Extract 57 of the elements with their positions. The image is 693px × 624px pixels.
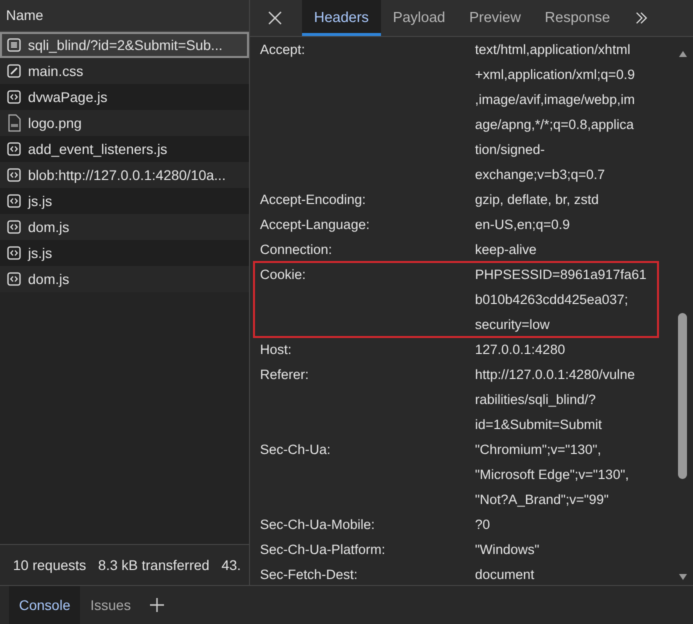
request-row[interactable]: sqli_blind/?id=2&Submit=Sub... (0, 32, 249, 58)
request-row[interactable]: dvwaPage.js (0, 84, 249, 110)
tab[interactable]: Preview (457, 0, 533, 36)
header-value: 127.0.0.1:4280 (475, 341, 566, 359)
header-name: Host: (260, 341, 293, 359)
header-name: Referer: (260, 366, 310, 384)
header-name: Accept: (260, 41, 306, 59)
code-icon (7, 246, 21, 260)
header-name: Sec-Ch-Ua: (260, 441, 332, 459)
code-icon (7, 142, 21, 156)
summary-text: 43. (221, 557, 241, 573)
header-name: Accept-Language: (260, 216, 371, 234)
request-row[interactable]: logo.png (0, 110, 249, 136)
summary-text: 10 requests (13, 557, 86, 573)
scrollbar-thumb[interactable] (678, 313, 687, 479)
request-row[interactable]: blob:http://127.0.0.1:4280/10a... (0, 162, 249, 188)
drawer-tab[interactable]: Console (9, 586, 80, 624)
code-icon (7, 220, 21, 234)
scroll-up-icon[interactable] (678, 50, 688, 58)
header-name: Accept-Encoding: (260, 191, 367, 209)
plus-icon[interactable] (148, 597, 165, 613)
column-header[interactable]: Name (0, 0, 249, 32)
pen-icon (7, 64, 21, 78)
header-value: en-US,en;q=0.9 (475, 216, 570, 234)
header-value: PHPSESSID=8961a917fa61 b010b4263cdd425ea037; security=low (475, 266, 646, 334)
file-icon (7, 114, 21, 132)
request-row[interactable]: dom.js (0, 214, 249, 240)
header-value: http://127.0.0.1:4280/vulne rabilities/sqli_blind/? id=1&Submit=Submit (475, 366, 635, 434)
header-name: Cookie: (260, 266, 307, 284)
header-name: Sec-Ch-Ua-Mobile: (260, 516, 376, 534)
request-row[interactable]: js.js (0, 240, 249, 266)
tab[interactable]: Response (532, 0, 622, 36)
header-name: Sec-Ch-Ua-Platform: (260, 541, 386, 559)
header-value: document (475, 566, 534, 584)
code-icon (7, 168, 21, 182)
request-row[interactable]: js.js (0, 188, 249, 214)
scroll-down-icon[interactable] (678, 573, 688, 581)
code-icon (7, 90, 21, 104)
header-value: gzip, deflate, br, zstd (475, 191, 599, 209)
chevrons-icon[interactable] (634, 10, 648, 26)
request-row[interactable]: add_event_listeners.js (0, 136, 249, 162)
close-icon[interactable] (267, 10, 283, 26)
tab[interactable]: Headers (302, 0, 381, 36)
drawer-tab[interactable]: Issues (80, 586, 141, 624)
code-icon (7, 272, 21, 286)
code-icon (7, 194, 21, 208)
document-icon (7, 38, 21, 52)
header-value: keep-alive (475, 241, 537, 259)
request-row[interactable]: main.css (0, 58, 249, 84)
header-name: Sec-Fetch-Dest: (260, 566, 359, 584)
request-row[interactable]: dom.js (0, 266, 249, 292)
header-name: Connection: (260, 241, 334, 259)
tab[interactable]: Payload (380, 0, 458, 36)
header-value: "Windows" (475, 541, 540, 559)
header-value: "Chromium";v="130", "Microsoft Edge";v="130", "Not?A_Brand";v="99" (475, 441, 629, 509)
summary-text: 8.3 kB transferred (98, 557, 210, 573)
header-value: ?0 (475, 516, 490, 534)
